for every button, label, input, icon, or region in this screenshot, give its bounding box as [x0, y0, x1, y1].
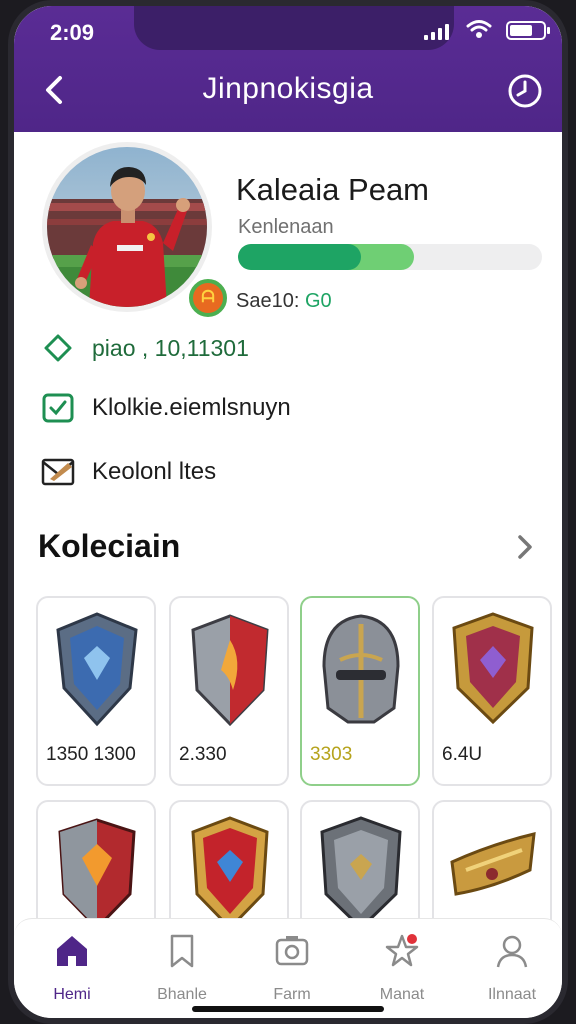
- profile-icon: [496, 935, 528, 968]
- tab-camera[interactable]: Farm: [242, 931, 342, 1007]
- gold-arm-guard-icon: [450, 832, 536, 896]
- grey-steel-shield-icon: [320, 816, 402, 931]
- home-icon: [57, 936, 87, 966]
- bookmark-icon: [170, 934, 194, 968]
- card-price: 2.330: [179, 744, 227, 765]
- clock-icon[interactable]: [506, 72, 544, 110]
- player-photo: [47, 147, 207, 307]
- info-row-achievements[interactable]: Klolkie.eiemlsnuyn: [38, 388, 291, 428]
- info-row-label: piao , 10,11301: [92, 334, 249, 361]
- battery-icon: [506, 21, 550, 40]
- progress-fill: [238, 244, 362, 270]
- score-value: G0: [304, 290, 332, 312]
- player-name: Kaleaia Peam: [236, 172, 430, 207]
- profile-content: ᗩ Kaleaia Peam Kenlenaan Sae10: G0 piao …: [14, 132, 562, 990]
- red-flame-shield-icon: [191, 614, 269, 727]
- steel-helm-shield-icon: [322, 614, 400, 724]
- collection-title: Koleciain: [38, 528, 181, 564]
- signal-icon: [424, 24, 450, 40]
- tab-profile[interactable]: Ilnnaat: [462, 931, 562, 1007]
- page-title: Jinpnokisgia: [202, 72, 374, 105]
- purple-gold-shield-icon: [452, 612, 534, 725]
- wifi-icon: [466, 20, 492, 38]
- score-label: Sae10:: [236, 290, 300, 312]
- phone-screen: 2:09 Jinpnokisgia ᗩ Kaleaia Peam Kenlena…: [8, 0, 568, 1024]
- tab-label: Ilnnaat: [487, 986, 537, 1003]
- info-row-messages[interactable]: Keolonl ltes: [38, 452, 216, 492]
- tab-notifications[interactable]: Manat: [352, 931, 452, 1007]
- blue-steel-shield-icon: [56, 612, 138, 727]
- score-line: Sae10: G0: [236, 290, 332, 313]
- collection-card[interactable]: 2.330: [169, 596, 289, 786]
- player-avatar[interactable]: ᗩ: [42, 142, 230, 320]
- app-header: 2:09 Jinpnokisgia: [14, 6, 562, 132]
- tab-label: Manat: [379, 986, 425, 1003]
- info-row-label: Keolonl ltes: [92, 458, 217, 485]
- mail-icon: [38, 452, 78, 492]
- info-row-currency[interactable]: piao , 10,11301: [38, 328, 249, 368]
- tab-label: Farm: [273, 986, 311, 1003]
- camera-icon: [275, 936, 309, 966]
- tab-home[interactable]: Hemi: [22, 931, 122, 1007]
- chevron-right-icon[interactable]: [510, 530, 540, 564]
- level-progress-bar: [238, 244, 542, 270]
- card-price: 3303: [310, 744, 353, 765]
- bottom-tab-bar: Hemi Bhanle Farm Manat Ilnnaat: [14, 918, 562, 1018]
- card-price: 1350 1300: [46, 744, 136, 765]
- diamond-icon: [38, 328, 78, 368]
- tab-label: Hemi: [53, 986, 91, 1003]
- info-row-label: Klolkie.eiemlsnuyn: [92, 394, 291, 421]
- player-subtitle: Kenlenaan: [238, 216, 334, 238]
- collection-card[interactable]: 1350 1300: [36, 596, 156, 786]
- tab-bookmarks[interactable]: Bhanle: [132, 931, 232, 1007]
- red-orange-shield-icon: [58, 818, 136, 931]
- team-crest-icon: ᗩ: [193, 283, 223, 313]
- collection-card[interactable]: 6.4U: [432, 596, 552, 786]
- card-price: 6.4U: [442, 744, 483, 765]
- collection-card-selected[interactable]: 3303: [300, 596, 420, 786]
- home-indicator: [192, 1006, 384, 1012]
- status-bar: 2:09: [14, 6, 562, 56]
- tab-label: Bhanle: [157, 986, 207, 1003]
- red-gold-shield-icon: [191, 816, 269, 931]
- star-notification-icon: [385, 934, 419, 967]
- team-crest-badge: ᗩ: [186, 276, 230, 320]
- checkbox-icon: [38, 388, 78, 428]
- status-time: 2:09: [50, 20, 95, 45]
